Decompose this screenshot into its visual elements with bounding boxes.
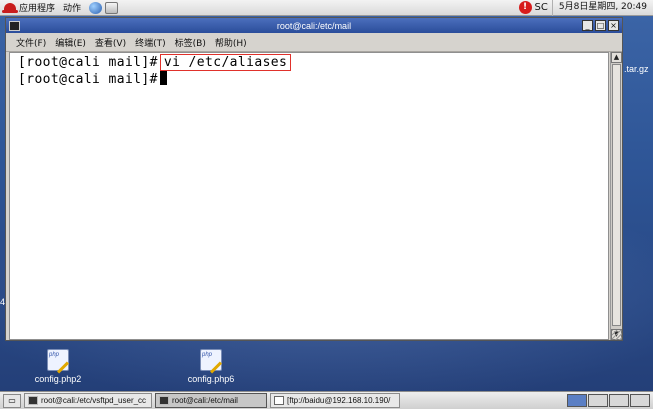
text-cursor	[159, 71, 167, 85]
desktop-icon-config-php2[interactable]: php config.php2	[23, 349, 93, 384]
top-panel: 应用程序 动作 ! SC 5月8日星期四, 20:49	[0, 0, 653, 16]
applications-menu[interactable]: 应用程序	[19, 1, 55, 14]
menu-tabs[interactable]: 标签(B)	[175, 36, 206, 49]
desktop-icon-config-php6[interactable]: php config.php6	[176, 349, 246, 384]
php-file-icon: php	[200, 349, 222, 371]
window-title: root@cali:/etc/mail	[276, 20, 352, 31]
terminal-window: root@cali:/etc/mail _ □ × 文件(F) 编辑(E) 查看…	[5, 17, 623, 341]
terminal-line-2: [root@cali mail]#	[18, 71, 167, 87]
shell-prompt: [root@cali mail]#	[18, 55, 158, 70]
window-controls: _ □ ×	[580, 20, 619, 31]
menu-file[interactable]: 文件(F)	[16, 36, 46, 49]
folder-icon	[274, 396, 284, 405]
actions-menu[interactable]: 动作	[63, 1, 81, 14]
workspace-switcher	[566, 394, 650, 407]
shell-prompt: [root@cali mail]#	[18, 72, 158, 87]
desktop-icon-label: config.php2	[34, 374, 82, 384]
resize-grip[interactable]	[612, 330, 622, 340]
scrollbar-thumb[interactable]	[612, 64, 621, 326]
terminal-icon	[28, 396, 38, 405]
system-tray: ! SC 5月8日星期四, 20:49	[518, 0, 653, 16]
taskbar-label: [ftp://baidu@192.168.10.190/	[287, 396, 391, 405]
maximize-button[interactable]: □	[595, 20, 606, 31]
terminal-line-1: [root@cali mail]# vi /etc/aliases	[18, 54, 292, 71]
scroll-up-arrow-icon[interactable]: ▲	[611, 52, 622, 63]
redhat-menu-icon[interactable]	[2, 2, 18, 13]
menu-help[interactable]: 帮助(H)	[215, 36, 247, 49]
window-titlebar[interactable]: root@cali:/etc/mail _ □ ×	[6, 18, 622, 33]
show-desktop-icon[interactable]: ▭	[3, 393, 21, 408]
input-method-indicator[interactable]: SC	[535, 2, 548, 13]
terminal-scrollbar[interactable]: ▲ ▼	[610, 52, 622, 340]
terminal-menubar: 文件(F) 编辑(E) 查看(V) 终端(T) 标签(B) 帮助(H)	[6, 33, 622, 52]
terminal-icon	[159, 396, 169, 405]
taskbar-label: root@cali:/etc/vsftpd_user_cc	[41, 396, 147, 405]
clock[interactable]: 5月8日星期四, 20:49	[551, 0, 653, 16]
workspace-4[interactable]	[630, 394, 650, 407]
desktop-icon-label: config.php6	[187, 374, 235, 384]
update-alert-icon[interactable]: !	[518, 1, 532, 14]
menu-edit[interactable]: 编辑(E)	[55, 36, 86, 49]
close-button[interactable]: ×	[608, 20, 619, 31]
minimize-button[interactable]: _	[582, 20, 593, 31]
workspace-1[interactable]	[567, 394, 587, 407]
taskbar-button-ftp[interactable]: [ftp://baidu@192.168.10.190/	[270, 393, 400, 408]
bottom-panel: ▭ root@cali:/etc/vsftpd_user_cc root@cal…	[0, 391, 653, 409]
menu-view[interactable]: 查看(V)	[95, 36, 126, 49]
workspace-2[interactable]	[588, 394, 608, 407]
taskbar-button-vsftpd[interactable]: root@cali:/etc/vsftpd_user_cc	[24, 393, 152, 408]
php-file-icon: php	[47, 349, 69, 371]
taskbar-button-mail[interactable]: root@cali:/etc/mail	[155, 393, 267, 408]
menu-terminal[interactable]: 终端(T)	[135, 36, 166, 49]
terminal-output[interactable]: [root@cali mail]# vi /etc/aliases [root@c…	[9, 52, 609, 340]
taskbar-label: root@cali:/etc/mail	[172, 396, 238, 405]
desktop-file-tar-gz-label[interactable]: .tar.gz	[624, 64, 649, 74]
highlighted-command: vi /etc/aliases	[159, 54, 292, 71]
mail-client-icon[interactable]	[105, 1, 119, 14]
workspace-3[interactable]	[609, 394, 629, 407]
web-browser-icon[interactable]	[89, 1, 103, 14]
